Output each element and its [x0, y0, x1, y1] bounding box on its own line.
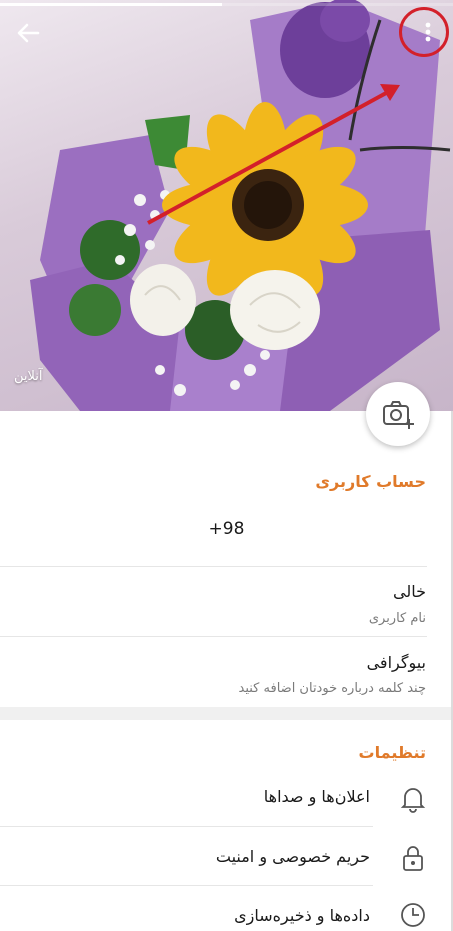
settings-item-label: اعلان‌ها و صداها — [263, 787, 370, 806]
section-separator — [0, 707, 453, 720]
settings-item-notifications[interactable]: اعلان‌ها و صداها — [0, 770, 453, 826]
story-progress-bar — [0, 3, 222, 6]
camera-add-icon — [383, 401, 414, 429]
arrow-left-icon — [17, 23, 40, 43]
set-photo-button[interactable] — [366, 382, 430, 446]
bell-icon — [398, 784, 428, 814]
annotation-circle — [399, 7, 449, 57]
profile-photo-header[interactable]: آنلاین — [0, 0, 453, 411]
lock-icon — [398, 843, 428, 873]
bio-row[interactable]: بیوگرافی چند کلمه درباره خودتان اضافه کن… — [0, 637, 453, 707]
settings-item-label: داده‌ها و ذخیره‌سازی — [234, 906, 370, 925]
account-section-title: حساب کاربری — [315, 472, 426, 491]
settings-item-data-storage[interactable]: داده‌ها و ذخیره‌سازی — [0, 886, 453, 931]
bio-hint: چند کلمه درباره خودتان اضافه کنید — [238, 681, 426, 696]
username-label: نام کاربری — [368, 611, 426, 626]
back-button[interactable] — [12, 17, 44, 49]
bio-title: بیوگرافی — [366, 653, 426, 672]
settings-item-privacy[interactable]: حریم خصوصی و امنیت — [0, 827, 453, 885]
settings-section-title: تنظیمات — [358, 743, 426, 762]
clock-icon — [398, 900, 428, 930]
settings-item-label: حریم خصوصی و امنیت — [215, 847, 370, 866]
profile-photo — [30, 0, 451, 411]
phone-number[interactable]: +98 — [0, 519, 453, 539]
online-status: آنلاین — [14, 369, 43, 384]
username-value: خالی — [393, 582, 426, 601]
username-row[interactable]: خالی نام کاربری — [0, 567, 453, 635]
